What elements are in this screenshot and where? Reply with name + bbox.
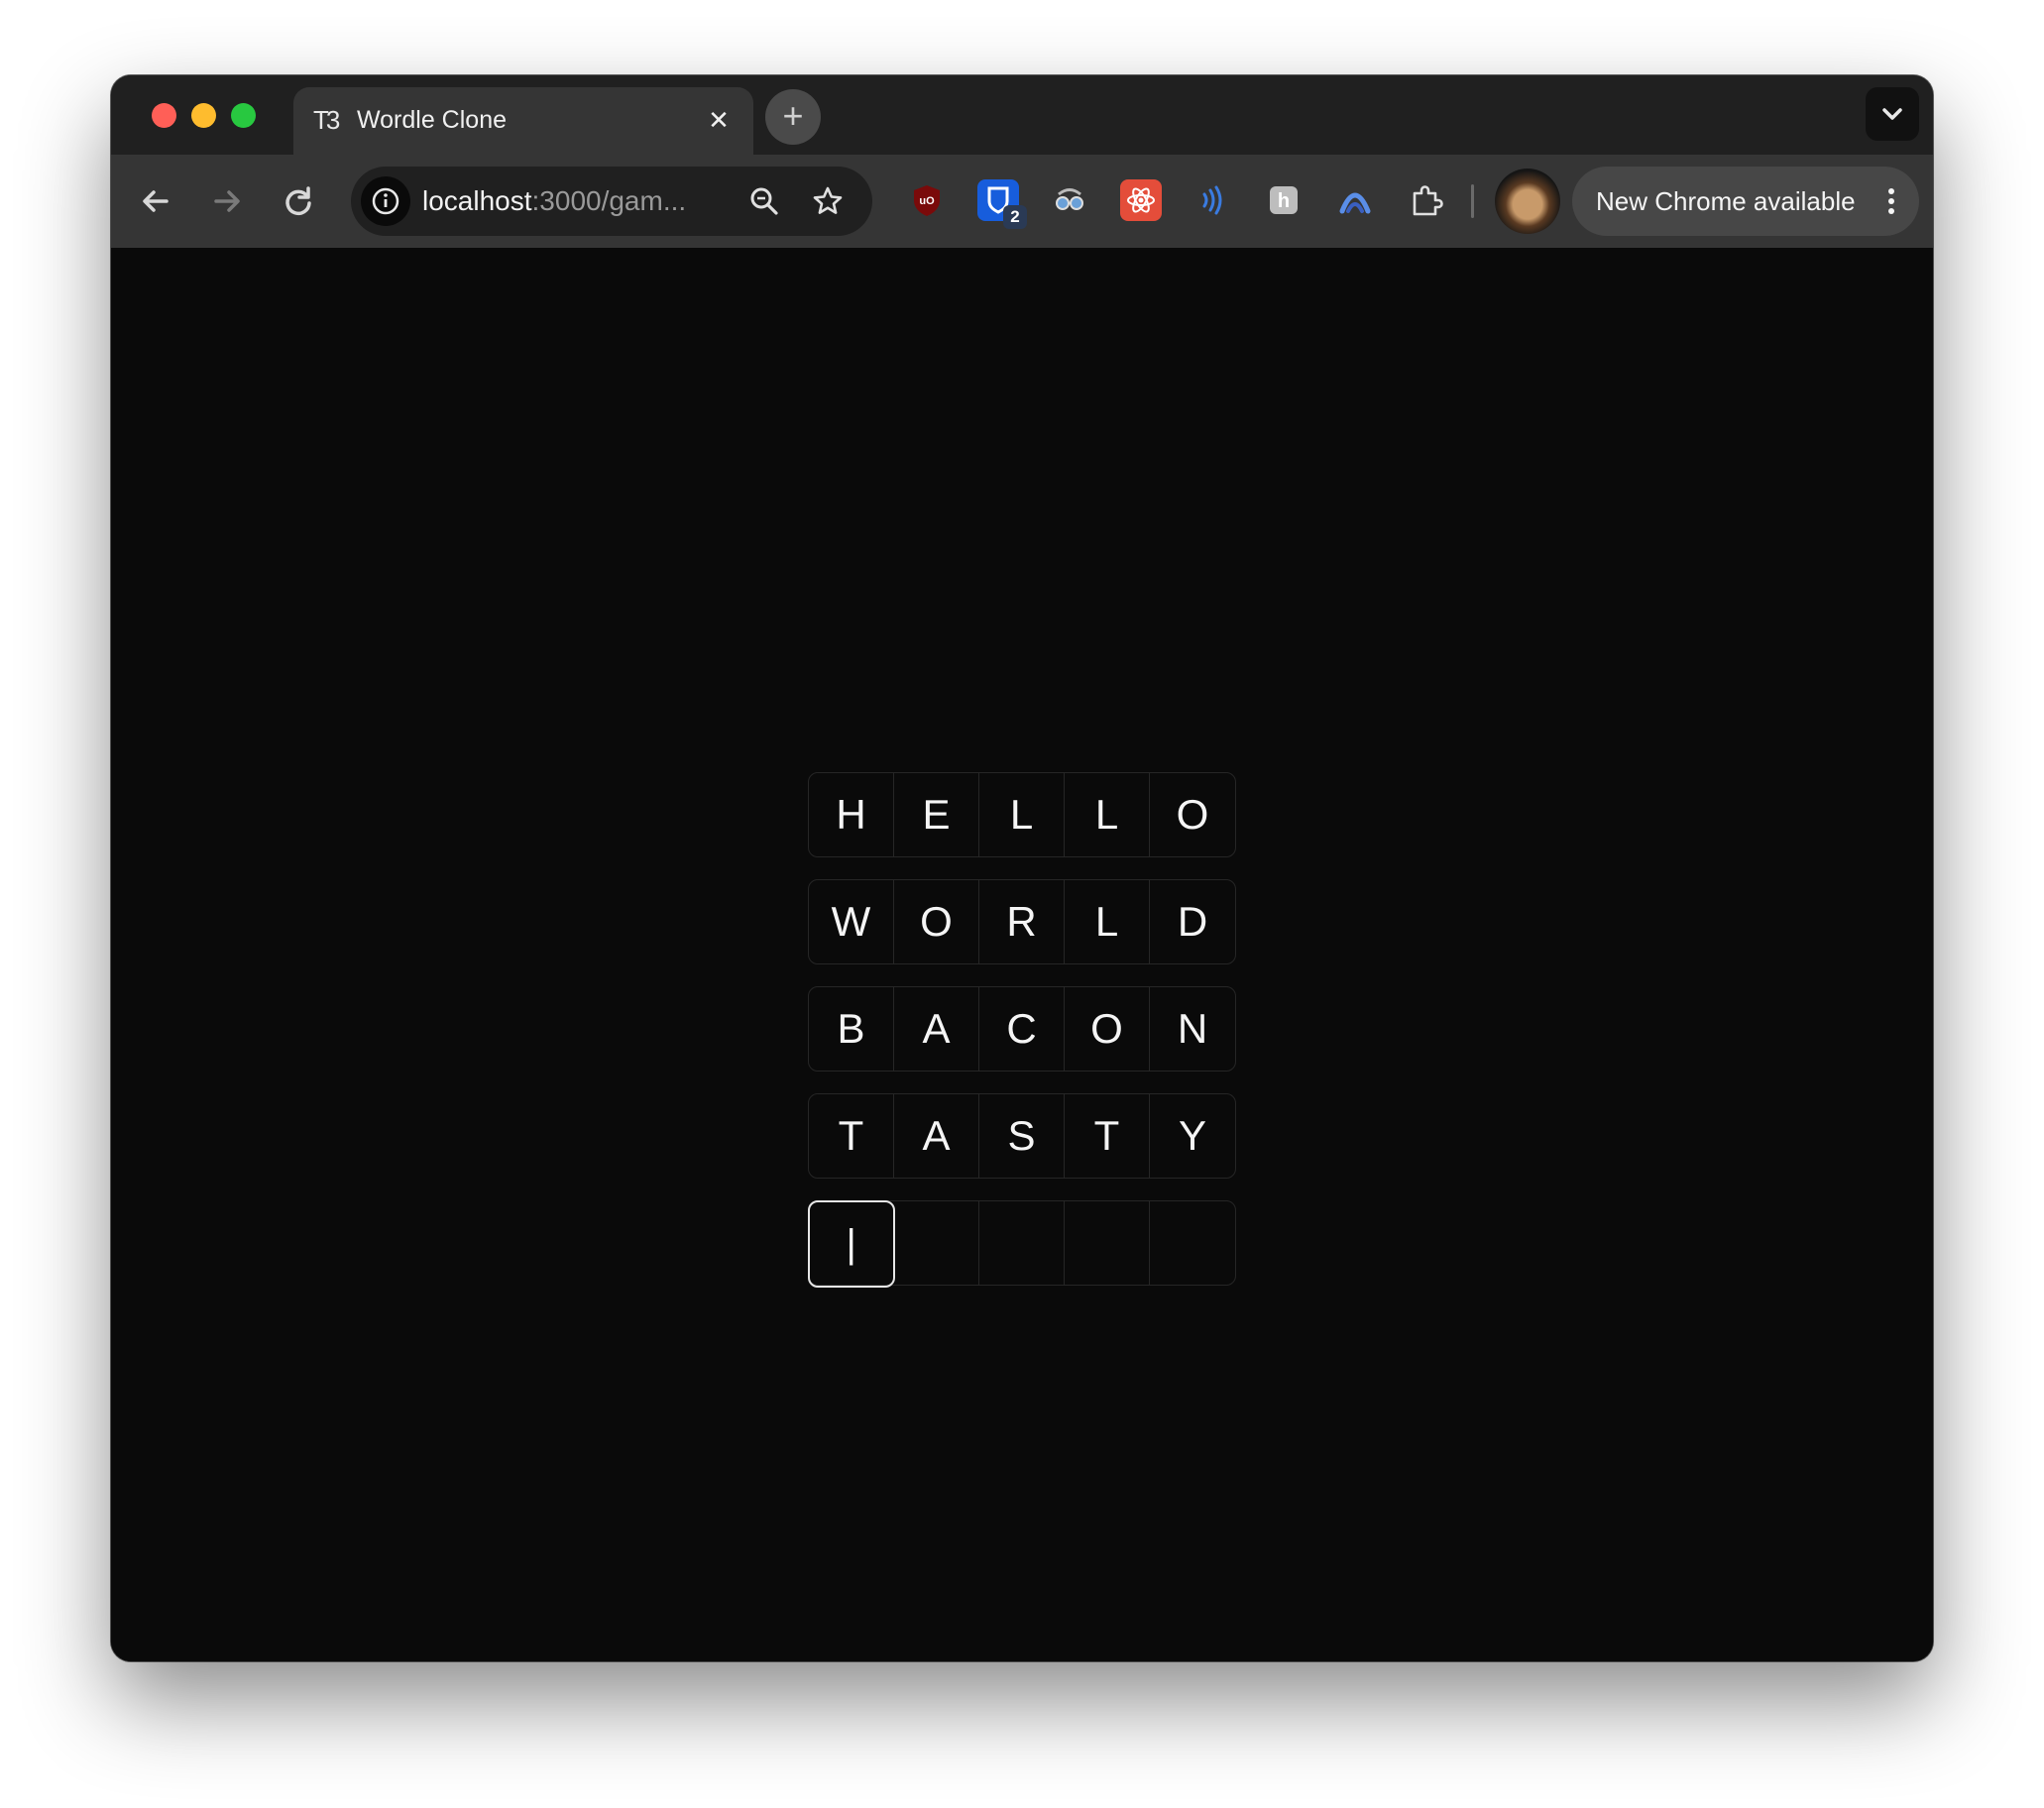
- forward-button[interactable]: [200, 174, 254, 228]
- letter-tile[interactable]: [895, 1201, 980, 1285]
- guess-row: TASTY: [808, 1093, 1236, 1179]
- update-chip-label: New Chrome available: [1596, 186, 1856, 216]
- tool-h-icon[interactable]: h: [1263, 179, 1305, 221]
- update-chrome-button[interactable]: New Chrome available: [1572, 167, 1919, 236]
- letter-tile[interactable]: [1065, 1201, 1151, 1285]
- arrow-right-icon: [214, 190, 240, 212]
- letter-tile: A: [894, 987, 979, 1071]
- new-tab-button[interactable]: +: [765, 89, 821, 145]
- t3-favicon-icon: T3: [313, 105, 340, 135]
- bitwarden-badge: 2: [1003, 205, 1027, 229]
- guess-row: BACON: [808, 986, 1236, 1072]
- react-devtools-icon[interactable]: [1120, 179, 1162, 221]
- browser-toolbar: localhost:3000/gam... uO 2 h New Chrome …: [111, 155, 1933, 248]
- letter-tile: L: [1065, 773, 1150, 856]
- bookmark-star-icon[interactable]: [807, 180, 849, 222]
- letter-tile: N: [1177, 1005, 1208, 1052]
- letter-tile: O: [1065, 987, 1150, 1071]
- letter-tile: R: [979, 880, 1065, 963]
- back-button[interactable]: [129, 174, 182, 228]
- guess-row: HELLO: [808, 772, 1236, 857]
- tab-strip: T3 Wordle Clone ✕ +: [111, 75, 1933, 155]
- chevron-down-icon: [1882, 108, 1902, 120]
- letter-tile: L: [1065, 880, 1150, 963]
- active-letter-input[interactable]: |: [808, 1200, 895, 1288]
- info-circle-icon: [372, 187, 399, 215]
- toolbar-separator: [1471, 184, 1474, 218]
- letter-tile: T: [1065, 1094, 1150, 1178]
- wireless-signal-icon[interactable]: [1192, 179, 1233, 221]
- ext-label: uO: [919, 195, 935, 207]
- letter-tile: O: [894, 880, 979, 963]
- bitwarden-icon[interactable]: 2: [977, 179, 1027, 229]
- address-bar[interactable]: localhost:3000/gam...: [351, 167, 872, 236]
- puzzle-piece-icon[interactable]: [1406, 179, 1447, 221]
- letter-tile[interactable]: [979, 1201, 1066, 1285]
- tab-close-icon[interactable]: ✕: [702, 103, 736, 137]
- more-menu-icon[interactable]: [1877, 180, 1905, 222]
- guess-row: |: [808, 1200, 1236, 1288]
- letter-tile: A: [894, 1094, 979, 1178]
- letter-tile: C: [979, 987, 1065, 1071]
- tab-title: Wordle Clone: [357, 106, 508, 134]
- guess-row: WORLD: [808, 879, 1236, 964]
- letter-tile[interactable]: [1150, 1201, 1235, 1285]
- tab-search-button[interactable]: [1866, 87, 1919, 141]
- window-minimize-button[interactable]: [191, 103, 216, 128]
- letter-tile: H: [809, 773, 894, 856]
- letter-tile: O: [1176, 791, 1209, 838]
- browser-window: T3 Wordle Clone ✕ + localhost:3000/gam..…: [111, 75, 1933, 1661]
- tab-wordle-clone[interactable]: T3 Wordle Clone ✕: [293, 87, 753, 155]
- url-text[interactable]: localhost:3000/gam...: [422, 184, 686, 218]
- letter-tile: Y: [1178, 1112, 1206, 1159]
- reload-icon: [285, 186, 311, 216]
- site-info-icon[interactable]: [361, 176, 410, 226]
- letter-tile: S: [979, 1094, 1065, 1178]
- arrow-left-icon: [143, 190, 169, 212]
- window-close-button[interactable]: [152, 103, 176, 128]
- reload-button[interactable]: [272, 174, 325, 228]
- letter-tile: T: [809, 1094, 894, 1178]
- url-path: :3000/gam...: [531, 185, 687, 216]
- ublock-origin-icon[interactable]: uO: [906, 179, 948, 221]
- profile-avatar[interactable]: [1495, 169, 1560, 234]
- letter-tile: W: [809, 880, 894, 963]
- letter-tile: E: [894, 773, 979, 856]
- letter-tile: D: [1177, 898, 1208, 945]
- letter-tile: B: [809, 987, 894, 1071]
- zoom-icon[interactable]: [743, 180, 785, 222]
- spy-glasses-icon[interactable]: [1049, 179, 1090, 221]
- arc-icon[interactable]: [1334, 179, 1376, 221]
- letter-tile: L: [979, 773, 1065, 856]
- window-maximize-button[interactable]: [231, 103, 256, 128]
- url-host: localhost: [422, 185, 532, 216]
- page-content: H E L L O W O R L D B A C O N T A S T Y |: [111, 248, 1933, 1661]
- ext-label: h: [1278, 190, 1290, 212]
